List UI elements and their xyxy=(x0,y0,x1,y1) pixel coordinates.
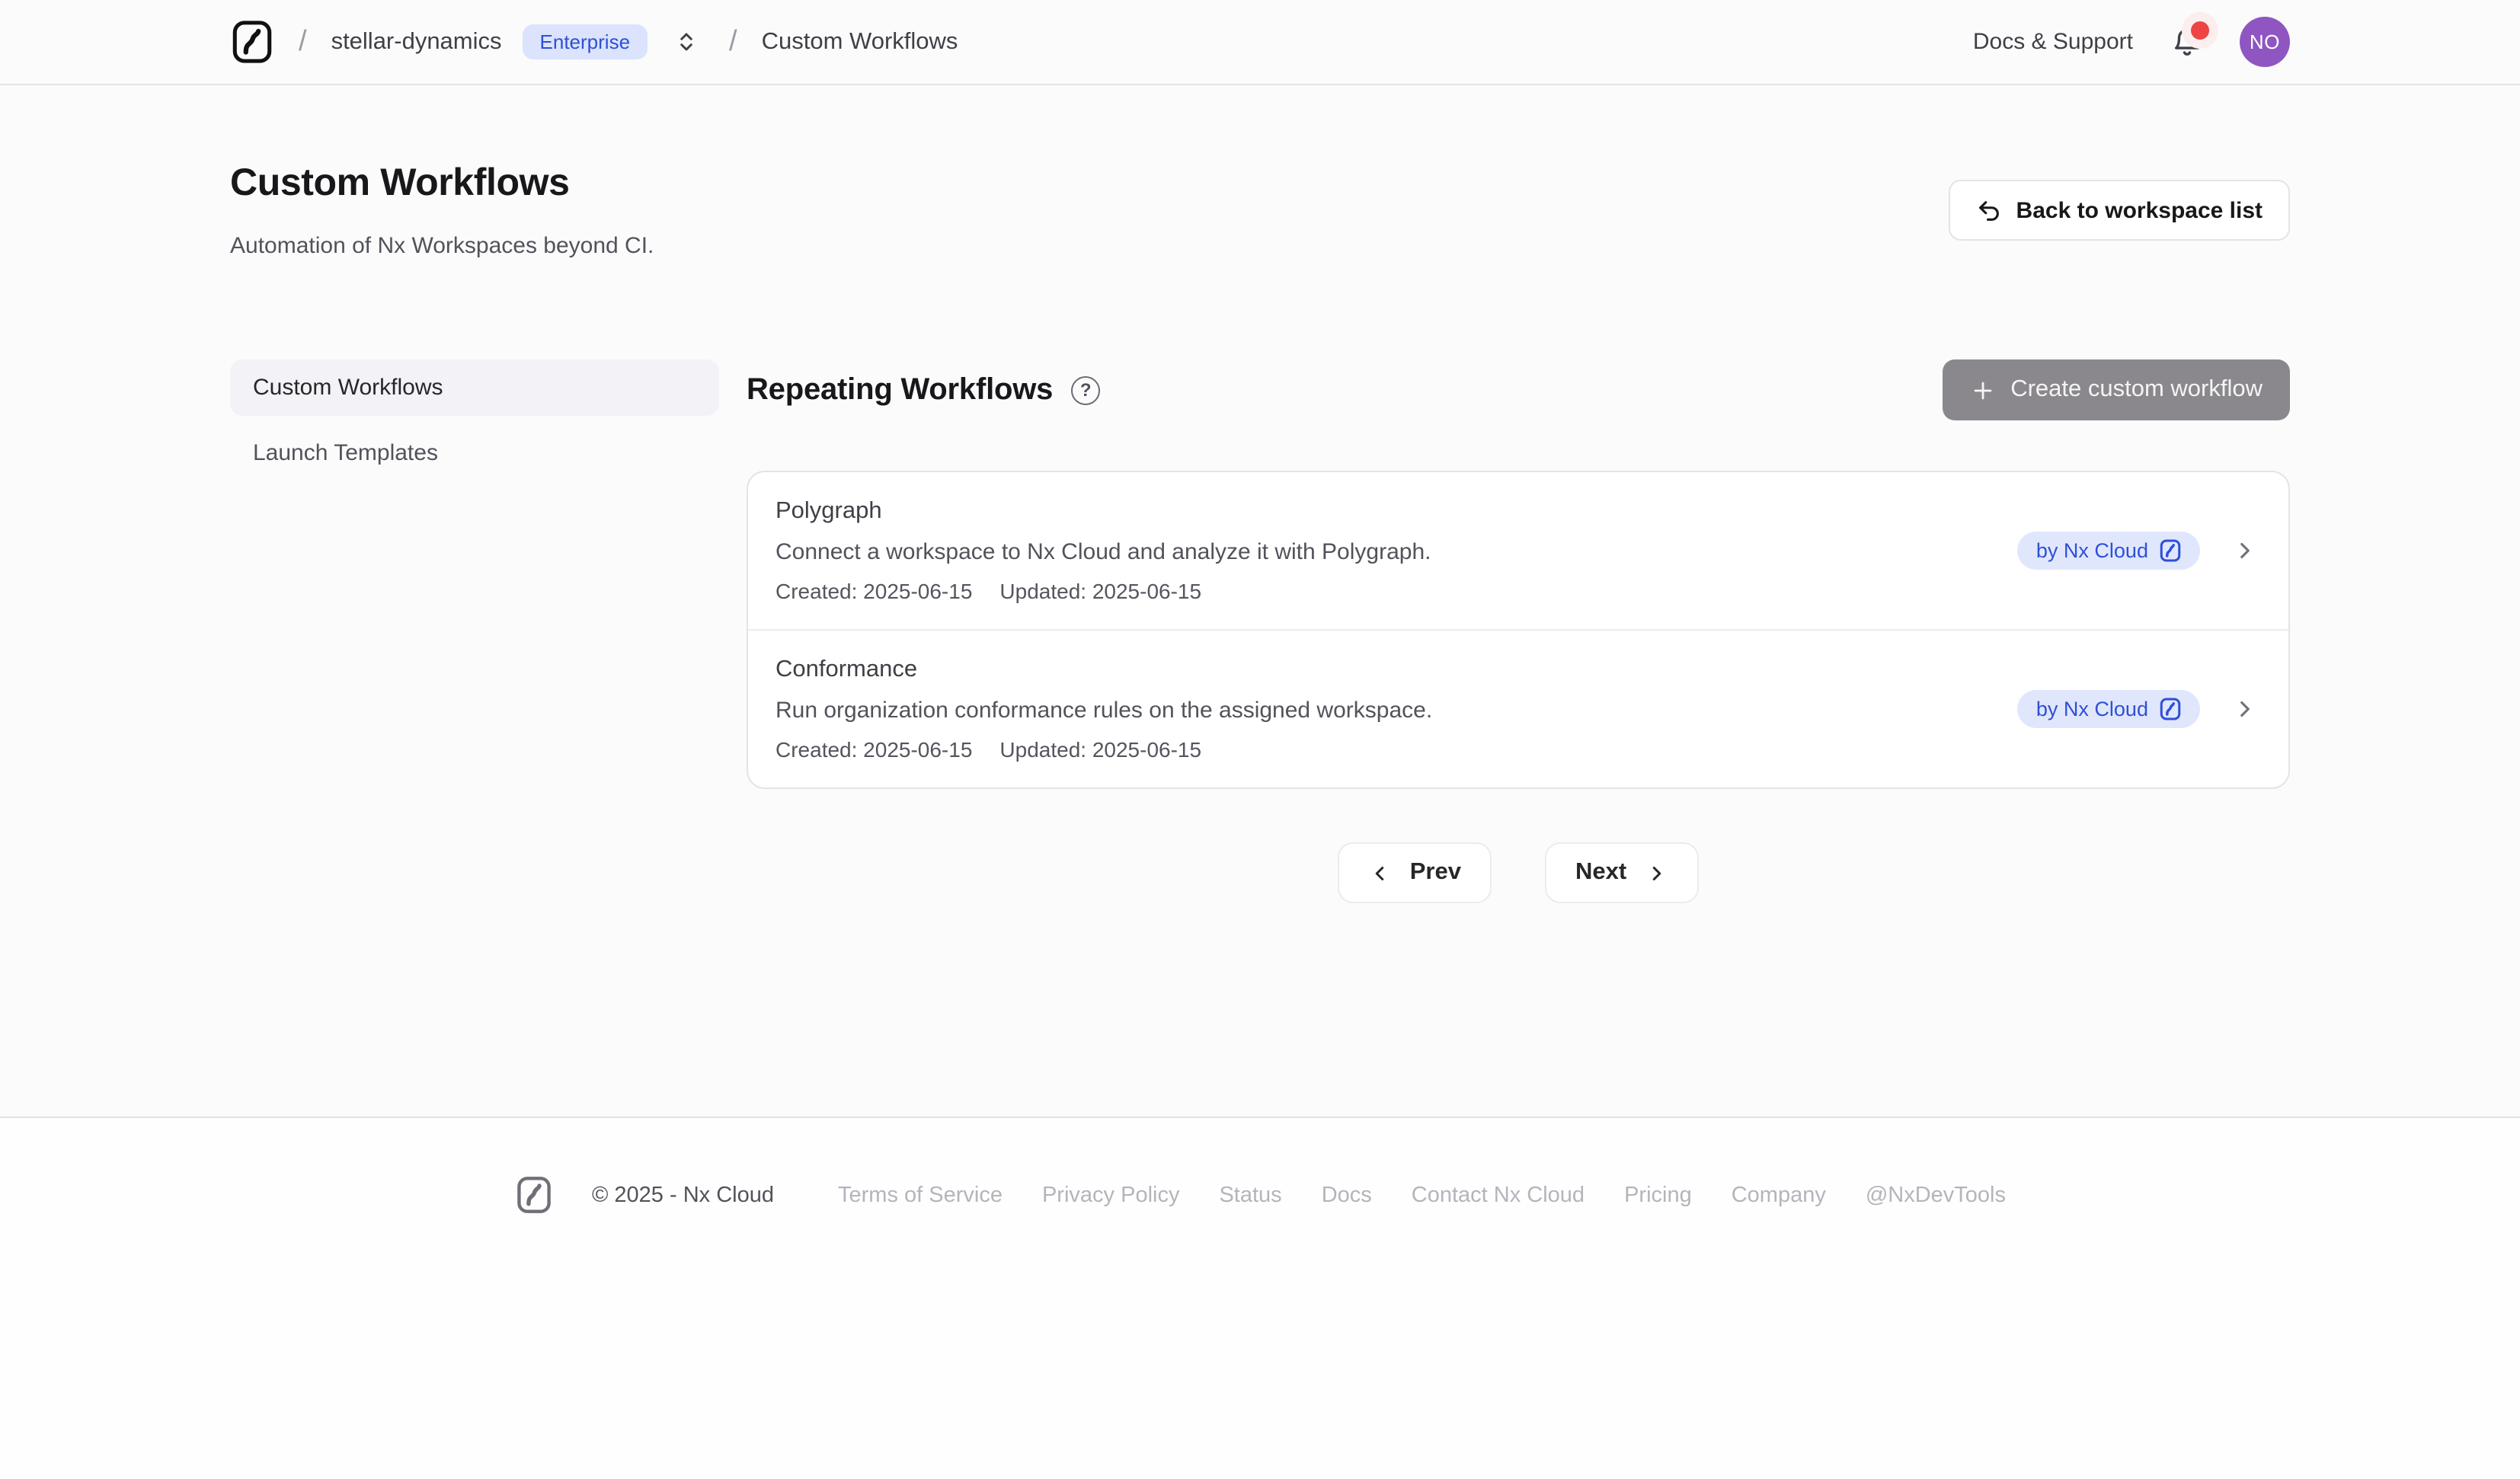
help-icon[interactable]: ? xyxy=(1071,375,1100,404)
breadcrumb-workspace-name[interactable]: stellar-dynamics xyxy=(331,28,502,56)
create-button-label: Create custom workflow xyxy=(2010,376,2263,404)
settings-sidebar: Custom Workflows Launch Templates xyxy=(230,359,719,903)
docs-support-link[interactable]: Docs & Support xyxy=(1973,29,2133,55)
sidebar-item-launch-templates[interactable]: Launch Templates xyxy=(230,425,719,481)
footer-link-privacy[interactable]: Privacy Policy xyxy=(1042,1183,1180,1207)
user-avatar[interactable]: NO xyxy=(2240,17,2290,67)
breadcrumb-current-page: Custom Workflows xyxy=(762,28,958,56)
footer-link-status[interactable]: Status xyxy=(1219,1183,1281,1207)
breadcrumb-separator: / xyxy=(296,25,310,59)
top-navbar: / stellar-dynamics Enterprise / Custom W… xyxy=(0,0,2520,85)
back-to-workspace-button[interactable]: Back to workspace list xyxy=(1949,180,2290,241)
footer-link-nxdevtools[interactable]: @NxDevTools xyxy=(1866,1183,2006,1207)
footer-link-company[interactable]: Company xyxy=(1732,1183,1826,1207)
content-grid: Custom Workflows Launch Templates Repeat… xyxy=(230,359,2290,903)
workflow-row-conformance[interactable]: Conformance Run organization conformance… xyxy=(748,629,2288,787)
page-container: Custom Workflows Automation of Nx Worksp… xyxy=(230,85,2290,1116)
create-custom-workflow-button[interactable]: Create custom workflow xyxy=(1942,359,2290,420)
footer-link-contact[interactable]: Contact Nx Cloud xyxy=(1412,1183,1585,1207)
section-title: Repeating Workflows xyxy=(747,372,1053,407)
workflow-updated: Updated: 2025-06-15 xyxy=(999,737,1201,762)
workflow-description: Connect a workspace to Nx Cloud and anal… xyxy=(776,539,1431,565)
workflow-row-polygraph[interactable]: Polygraph Connect a workspace to Nx Clou… xyxy=(748,472,2288,629)
plus-icon xyxy=(1969,377,1995,403)
workflow-name: Polygraph xyxy=(776,498,1431,525)
prev-button-label: Prev xyxy=(1410,859,1461,886)
badge-label: by Nx Cloud xyxy=(2036,539,2148,562)
app-viewport: / stellar-dynamics Enterprise / Custom W… xyxy=(0,0,2520,1479)
pagination: Prev Next xyxy=(747,842,2290,903)
workflow-updated: Updated: 2025-06-15 xyxy=(999,579,1201,603)
page-header: Custom Workflows Automation of Nx Worksp… xyxy=(230,161,2290,259)
footer-link-pricing[interactable]: Pricing xyxy=(1624,1183,1692,1207)
nx-logo-icon xyxy=(2159,698,2182,720)
page-title: Custom Workflows xyxy=(230,161,654,206)
badge-label: by Nx Cloud xyxy=(2036,698,2148,720)
copyright-text: © 2025 - Nx Cloud xyxy=(592,1183,774,1207)
footer-link-docs[interactable]: Docs xyxy=(1322,1183,1372,1207)
undo-arrow-icon xyxy=(1977,197,2003,223)
chevron-left-icon xyxy=(1369,861,1392,884)
nx-logo-icon[interactable] xyxy=(230,20,274,64)
by-nx-cloud-badge[interactable]: by Nx Cloud xyxy=(2018,690,2200,728)
page-footer: © 2025 - Nx Cloud Terms of Service Priva… xyxy=(0,1116,2520,1479)
workflow-created: Created: 2025-06-15 xyxy=(776,579,972,603)
workflow-name: Conformance xyxy=(776,656,1432,684)
repeating-workflows-section: Repeating Workflows ? Create custom work… xyxy=(747,359,2290,903)
sidebar-item-custom-workflows[interactable]: Custom Workflows xyxy=(230,359,719,416)
workflow-created: Created: 2025-06-15 xyxy=(776,737,972,762)
chevron-up-down-icon xyxy=(675,30,698,53)
nx-logo-icon xyxy=(514,1176,552,1214)
workspace-switcher-button[interactable] xyxy=(668,24,705,60)
by-nx-cloud-badge[interactable]: by Nx Cloud xyxy=(2018,532,2200,570)
breadcrumb-separator: / xyxy=(726,25,740,59)
page-subtitle: Automation of Nx Workspaces beyond CI. xyxy=(230,233,654,259)
chevron-right-icon xyxy=(2232,696,2258,722)
back-button-label: Back to workspace list xyxy=(2016,197,2263,223)
footer-link-terms[interactable]: Terms of Service xyxy=(838,1183,1003,1207)
notification-dot xyxy=(2191,21,2209,39)
next-button-label: Next xyxy=(1575,859,1626,886)
workflow-list-card: Polygraph Connect a workspace to Nx Clou… xyxy=(747,471,2290,789)
section-header: Repeating Workflows ? Create custom work… xyxy=(747,359,2290,420)
nx-logo-icon xyxy=(2159,539,2182,562)
enterprise-badge: Enterprise xyxy=(523,24,648,59)
notifications-button[interactable] xyxy=(2167,22,2206,62)
next-button[interactable]: Next xyxy=(1545,842,1698,903)
workflow-description: Run organization conformance rules on th… xyxy=(776,698,1432,724)
chevron-right-icon xyxy=(2232,538,2258,564)
prev-button[interactable]: Prev xyxy=(1338,842,1492,903)
chevron-right-icon xyxy=(1645,861,1668,884)
